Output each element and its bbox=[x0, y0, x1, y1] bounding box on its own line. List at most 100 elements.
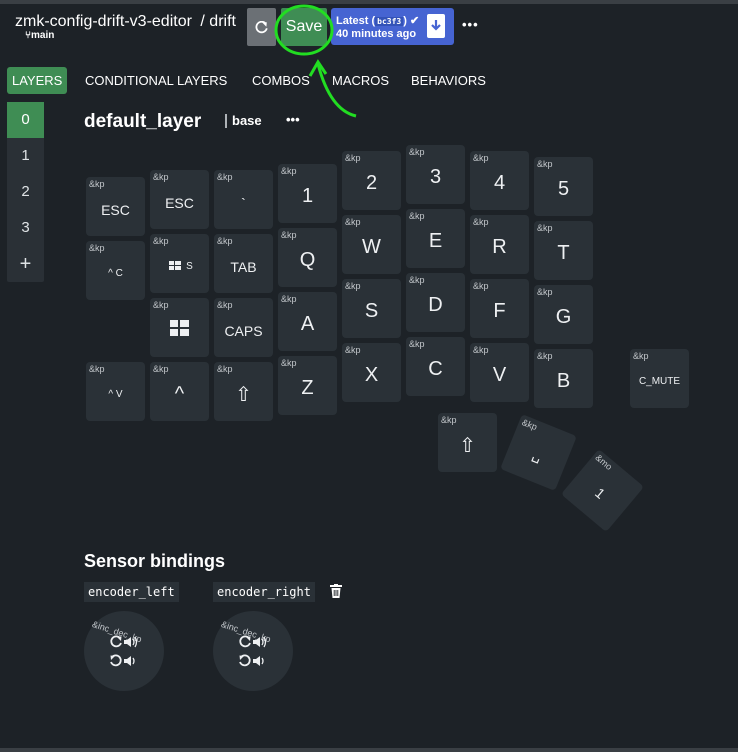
key-label: E bbox=[428, 230, 443, 252]
key-label: T bbox=[557, 242, 570, 264]
key-12[interactable]: &kp W bbox=[342, 215, 401, 274]
key-label: G bbox=[555, 306, 572, 328]
key-5[interactable]: &kp 3 bbox=[406, 145, 465, 204]
more-menu-button[interactable]: ••• bbox=[462, 17, 479, 32]
key-4[interactable]: &kp 2 bbox=[342, 151, 401, 210]
key-33[interactable]: &kp ␣ bbox=[500, 414, 577, 491]
refresh-icon bbox=[255, 20, 268, 33]
trash-icon[interactable] bbox=[330, 584, 342, 598]
key-label: ^ V bbox=[108, 389, 123, 400]
latest-time: 40 minutes ago bbox=[336, 28, 417, 40]
latest-prefix: Latest ( bbox=[336, 15, 376, 27]
save-button[interactable]: Save bbox=[281, 8, 327, 46]
key-label: ^ bbox=[174, 383, 185, 405]
branch-name: main bbox=[31, 30, 55, 41]
key-11[interactable]: &kp Q bbox=[278, 228, 337, 287]
key-label: S bbox=[186, 261, 193, 272]
layer-item-0[interactable]: 0 bbox=[7, 102, 44, 138]
key-label: X bbox=[364, 364, 379, 386]
key-label: 4 bbox=[493, 172, 506, 194]
key-25[interactable]: &kp ⇧ bbox=[214, 362, 273, 421]
key-34[interactable]: &mo 1 bbox=[560, 448, 645, 533]
windows-icon bbox=[170, 320, 189, 336]
key-binding: &kp bbox=[153, 300, 169, 310]
key-label: ESC bbox=[165, 194, 194, 211]
layer-item-3[interactable]: 3 bbox=[7, 210, 44, 246]
key-label: 5 bbox=[557, 178, 570, 200]
key-15[interactable]: &kp T bbox=[534, 221, 593, 280]
repo-title: zmk-config-drift-v3-editor / drift bbox=[15, 13, 236, 31]
add-layer-button[interactable]: + bbox=[7, 246, 44, 282]
layer-item-2[interactable]: 2 bbox=[7, 174, 44, 210]
key-14[interactable]: &kp R bbox=[470, 215, 529, 274]
key-13[interactable]: &kp E bbox=[406, 209, 465, 268]
key-21[interactable]: &kp F bbox=[470, 279, 529, 338]
key-label: 1 bbox=[301, 185, 314, 207]
key-1[interactable]: &kp ESC bbox=[150, 170, 209, 229]
encoder-left-binding[interactable]: &inc_dec_kp bbox=[84, 611, 164, 691]
check-icon: ✔ bbox=[409, 15, 420, 27]
top-edge bbox=[0, 0, 738, 4]
key-label: 2 bbox=[365, 172, 378, 194]
key-23[interactable]: &kp ^ V bbox=[86, 362, 145, 421]
layer-item-1[interactable]: 1 bbox=[7, 138, 44, 174]
top-bar: zmk-config-drift-v3-editor / drift ⑂main… bbox=[0, 0, 738, 56]
key-2[interactable]: &kp ` bbox=[214, 170, 273, 229]
key-label: ` bbox=[241, 194, 246, 211]
key-31[interactable]: &kp C_MUTE bbox=[630, 349, 689, 408]
key-26[interactable]: &kp Z bbox=[278, 356, 337, 415]
key-18[interactable]: &kp A bbox=[278, 292, 337, 351]
refresh-button[interactable] bbox=[247, 8, 276, 46]
key-label: ^ C bbox=[108, 268, 123, 279]
key-19[interactable]: &kp S bbox=[342, 279, 401, 338]
key-6[interactable]: &kp 4 bbox=[470, 151, 529, 210]
key-label: CAPS bbox=[224, 322, 263, 339]
tab-combos[interactable]: COMBOS bbox=[252, 67, 310, 94]
key-label: 3 bbox=[429, 166, 442, 188]
key-label: B bbox=[556, 370, 571, 392]
key-10[interactable]: &kp TAB bbox=[214, 234, 273, 293]
repo-name[interactable]: zmk-config-drift-v3-editor bbox=[15, 13, 192, 30]
key-24[interactable]: &kp ^ bbox=[150, 362, 209, 421]
key-label: V bbox=[492, 364, 507, 386]
key-17[interactable]: &kp CAPS bbox=[214, 298, 273, 357]
key-22[interactable]: &kp G bbox=[534, 285, 593, 344]
key-27[interactable]: &kp X bbox=[342, 343, 401, 402]
key-label: W bbox=[362, 236, 381, 258]
key-29[interactable]: &kp V bbox=[470, 343, 529, 402]
encoder-right-binding[interactable]: &inc_dec_kp bbox=[213, 611, 293, 691]
key-3[interactable]: &kp 1 bbox=[278, 164, 337, 223]
key-8[interactable]: &kp ^ C bbox=[86, 241, 145, 300]
layer-list: 0 1 2 3 + bbox=[7, 102, 44, 282]
key-label: ␣ bbox=[530, 445, 545, 464]
key-label: ESC bbox=[101, 201, 130, 218]
download-icon[interactable] bbox=[427, 14, 445, 38]
key-0[interactable]: &kp ESC bbox=[86, 177, 145, 236]
tab-conditional-layers[interactable]: CONDITIONAL LAYERS bbox=[85, 67, 227, 94]
sensor-bindings-title: Sensor bindings bbox=[84, 551, 226, 571]
key-16[interactable]: &kp bbox=[150, 298, 209, 357]
tab-macros[interactable]: MACROS bbox=[332, 67, 389, 94]
key-20[interactable]: &kp D bbox=[406, 273, 465, 332]
latest-suffix: ) bbox=[403, 15, 407, 27]
key-label: 1 bbox=[592, 484, 609, 502]
key-28[interactable]: &kp C bbox=[406, 337, 465, 396]
key-9[interactable]: &kp S bbox=[150, 234, 209, 293]
key-label: C bbox=[428, 358, 443, 380]
layer-more-button[interactable]: ••• bbox=[286, 112, 300, 127]
tab-behaviors[interactable]: BEHAVIORS bbox=[411, 67, 486, 94]
latest-commit-button[interactable]: Latest (bc3f3) ✔ 40 minutes ago bbox=[331, 8, 454, 45]
layer-name[interactable]: default_layer bbox=[84, 111, 201, 133]
key-7[interactable]: &kp 5 bbox=[534, 157, 593, 216]
volume-down-icon bbox=[110, 654, 135, 667]
branch-indicator[interactable]: ⑂main bbox=[25, 30, 54, 41]
encoder-right-label: encoder_right bbox=[213, 582, 315, 602]
path-separator: / bbox=[200, 13, 205, 30]
key-32[interactable]: &kp ⇧ bbox=[438, 413, 497, 472]
key-30[interactable]: &kp B bbox=[534, 349, 593, 408]
keyboard-name[interactable]: drift bbox=[209, 13, 236, 30]
key-label: C_MUTE bbox=[638, 376, 681, 387]
key-label: D bbox=[428, 294, 443, 316]
tab-layers[interactable]: LAYERS bbox=[7, 67, 68, 94]
key-label: R bbox=[492, 236, 507, 258]
